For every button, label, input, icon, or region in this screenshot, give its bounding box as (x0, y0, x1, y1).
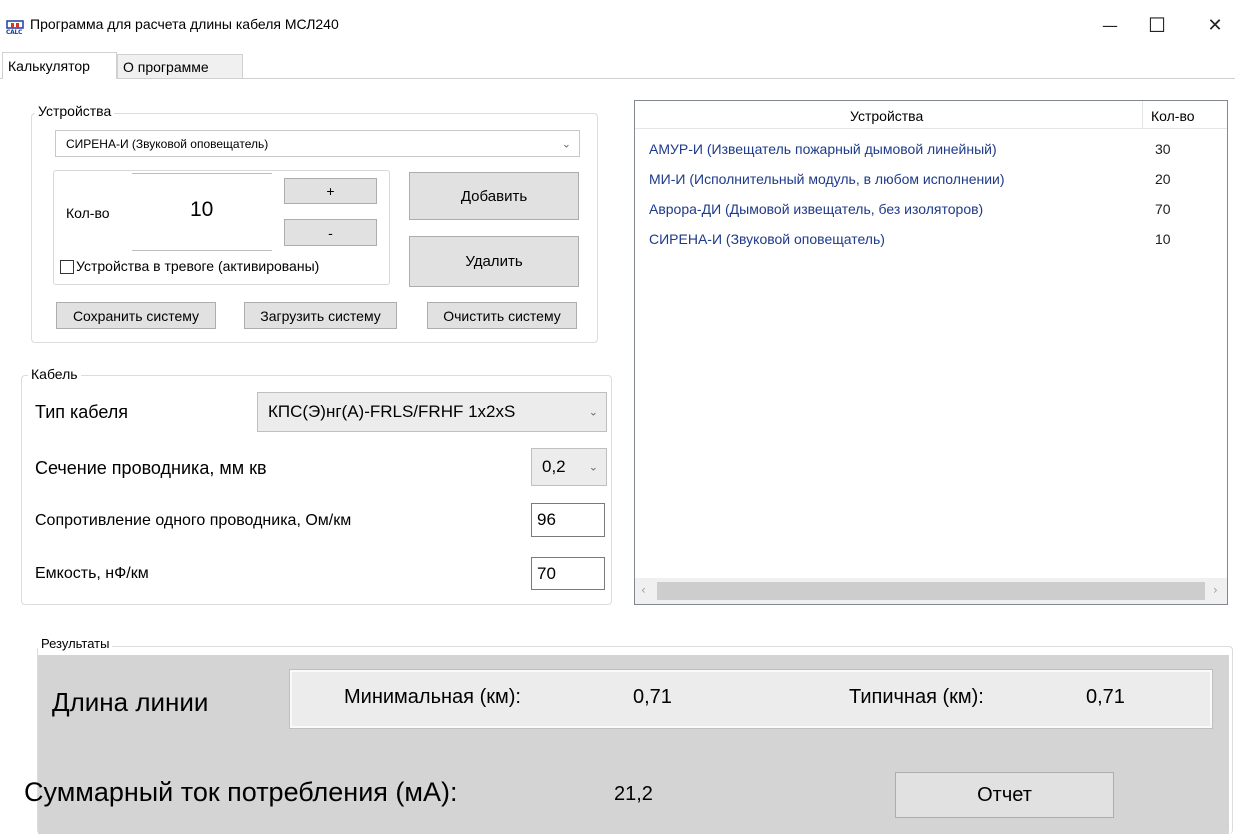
app-icon-text: CALC (6, 29, 23, 36)
scrollbar-thumb[interactable] (657, 582, 1205, 600)
app-icon: CALC (6, 20, 24, 36)
add-button-label: Добавить (460, 187, 528, 205)
qty-field-top-border (132, 173, 272, 174)
devices-group-title: Устройства (35, 103, 115, 119)
resistance-label: Сопротивление одного проводника, Ом/км (35, 512, 352, 529)
capacitance-input[interactable]: 70 (531, 557, 605, 590)
maximize-button[interactable]: ☐ (1137, 10, 1177, 40)
cable-group-title: Кабель (28, 366, 81, 382)
list-item[interactable]: СИРЕНА-И (Звуковой оповещатель) 10 (635, 225, 1223, 255)
section-label: Сечение проводника, мм кв (35, 458, 267, 478)
device-select-value: СИРЕНА-И (Звуковой оповещатель) (66, 136, 269, 151)
window-title: Программа для расчета длины кабеля МСЛ24… (30, 16, 339, 32)
min-length-label: Минимальная (км): (344, 686, 521, 708)
load-system-button[interactable]: Загрузить систему (244, 302, 397, 329)
section-select[interactable]: 0,2 ⌄ (531, 448, 607, 486)
list-item-qty: 30 (1155, 141, 1171, 157)
list-item-name: МИ-И (Исполнительный модуль, в любом исп… (649, 171, 1005, 187)
cable-type-select[interactable]: КПС(Э)нг(А)-FRLS/FRHF 1х2хS ⌄ (257, 392, 607, 432)
device-listview[interactable]: Устройства Кол-во АМУР-И (Извещатель пож… (634, 100, 1228, 605)
scroll-right-icon[interactable]: › (1213, 583, 1218, 597)
list-item[interactable]: МИ-И (Исполнительный модуль, в любом исп… (635, 165, 1223, 195)
alarm-checkbox[interactable] (60, 260, 74, 274)
qty-plus-button[interactable]: + (284, 178, 377, 204)
qty-value[interactable]: 10 (190, 198, 213, 222)
list-item-name: АМУР-И (Извещатель пожарный дымовой лине… (649, 141, 997, 157)
clear-system-button[interactable]: Очистить систему (427, 302, 577, 329)
column-divider (1142, 101, 1143, 129)
close-button[interactable]: ✕ (1195, 10, 1235, 40)
total-current-value: 21,2 (614, 783, 653, 805)
close-icon: ✕ (1207, 14, 1223, 36)
qty-minus-button[interactable]: - (284, 219, 377, 246)
list-header: Устройства Кол-во (635, 101, 1227, 129)
minimize-button[interactable]: — (1090, 10, 1130, 40)
save-system-label: Сохранить систему (72, 307, 200, 324)
list-item-qty: 20 (1155, 171, 1171, 187)
title-bar: CALC Программа для расчета длины кабеля … (0, 0, 1235, 52)
typical-length-value: 0,71 (1086, 686, 1125, 708)
alarm-checkbox-label[interactable]: Устройства в тревоге (активированы) (76, 258, 319, 274)
device-select[interactable]: СИРЕНА-И (Звуковой оповещатель) ⌄ (55, 130, 580, 157)
capacitance-label: Емкость, нФ/км (35, 565, 149, 582)
tab-calculator-label: Калькулятор (8, 58, 90, 74)
line-length-label: Длина линии (52, 687, 209, 717)
remove-button[interactable]: Удалить (409, 236, 579, 287)
report-button[interactable]: Отчет (895, 772, 1114, 818)
add-button[interactable]: Добавить (409, 172, 579, 220)
list-item-name: Аврора-ДИ (Дымовой извещатель, без изоля… (649, 201, 984, 217)
qty-field-bottom-border (132, 250, 272, 251)
qty-label: Кол-во (66, 205, 110, 221)
list-item[interactable]: Аврора-ДИ (Дымовой извещатель, без изоля… (635, 195, 1223, 225)
load-system-label: Загрузить систему (260, 307, 381, 324)
save-system-button[interactable]: Сохранить систему (56, 302, 216, 329)
typical-length-label: Типичная (км): (849, 686, 984, 708)
chevron-down-icon: ⌄ (588, 406, 598, 419)
scroll-left-icon[interactable]: ‹ (641, 583, 646, 597)
minimize-icon: — (1102, 15, 1118, 35)
results-group-title: Результаты (38, 636, 113, 651)
chevron-down-icon: ⌄ (588, 461, 598, 474)
chevron-down-icon: ⌄ (561, 138, 571, 150)
cable-type-value: КПС(Э)нг(А)-FRLS/FRHF 1х2хS (268, 402, 516, 421)
resistance-value: 96 (537, 510, 556, 529)
tab-calculator[interactable]: Калькулятор (2, 52, 117, 79)
qty-plus-label: + (326, 183, 335, 199)
total-current-label: Суммарный ток потребления (мА): (24, 777, 458, 807)
resistance-input[interactable]: 96 (531, 503, 605, 537)
qty-minus-label: - (328, 224, 333, 241)
report-button-label: Отчет (977, 783, 1032, 806)
column-header-devices[interactable]: Устройства (850, 108, 923, 124)
list-item-qty: 70 (1155, 201, 1171, 217)
cable-type-label: Тип кабеля (35, 402, 129, 422)
section-value: 0,2 (542, 457, 566, 476)
maximize-icon: ☐ (1148, 13, 1166, 37)
list-item-name: СИРЕНА-И (Звуковой оповещатель) (649, 231, 885, 247)
capacitance-value: 70 (537, 563, 556, 583)
horizontal-scrollbar[interactable]: ‹ › (635, 578, 1227, 604)
list-item[interactable]: АМУР-И (Извещатель пожарный дымовой лине… (635, 135, 1223, 165)
list-item-qty: 10 (1155, 231, 1171, 247)
tab-about[interactable]: О программе (117, 54, 243, 79)
remove-button-label: Удалить (465, 253, 523, 270)
column-header-qty[interactable]: Кол-во (1151, 108, 1195, 124)
clear-system-label: Очистить систему (443, 307, 561, 324)
min-length-value: 0,71 (633, 686, 672, 708)
tab-about-label: О программе (123, 58, 209, 75)
